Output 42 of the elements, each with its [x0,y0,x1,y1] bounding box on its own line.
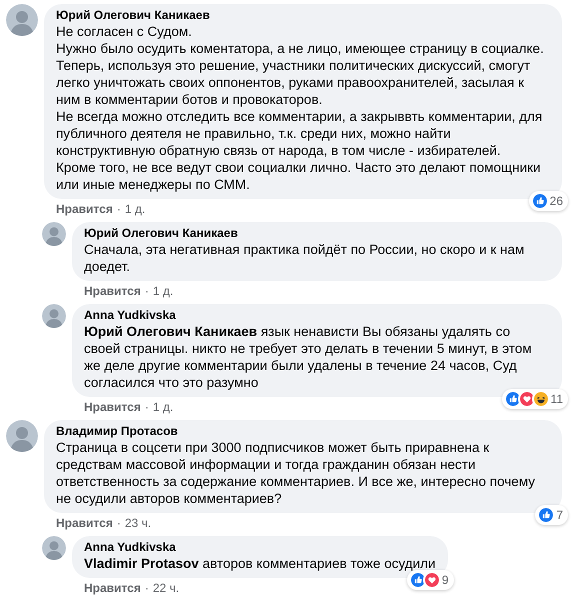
reactions-badge[interactable]: 11 [502,389,568,409]
comment-text: Юрий Олегович Каникаев язык ненависти Вы обязаны удалять со своей страницы. никто не требует это делать в течении 5 минут, в этом же деле другие комментарии были удалены в течение 24 часов, Суд согласился что это разумно [84,323,533,391]
comment-text: Не согласен с Судом. Нужно было осудить коментатора, а не лицо, имеющее страницу в социалке. Теперь, используя это решение, участники политических дискуссий, смогут легко уничтожать своих оппонентов, руками правоохранителей, засылая к ним в комментарии ботов и провокаторов. Не всегда можно отследить все комментарии, а закрыввть комментарии, для публичного деятеля не правильно, т.к. среди них, можно найти конструктивную обратную связь от народа, в том числе - избирателей. Кроме того, не все ведут свои социалки лично. Часто это делают помощники или иные менеджеры по СММ. [56,23,545,193]
timestamp[interactable]: 23 ч. [124,516,152,530]
timestamp[interactable]: 1 д. [152,400,174,414]
avatar[interactable] [6,420,38,452]
separator-dot: · [144,400,149,414]
like-link[interactable]: Нравится [56,202,113,216]
separator-dot: · [144,284,149,298]
avatar[interactable] [6,4,38,36]
timestamp[interactable]: 22 ч. [152,581,180,595]
thumbs-up-icon [537,506,556,524]
reactions-badge[interactable]: 9 [406,570,454,590]
author-name[interactable]: Anna Yudkivska [84,308,550,323]
avatar[interactable] [42,304,66,328]
separator-dot: · [144,581,149,595]
thumbs-up-icon [530,192,549,210]
comment-text: Сначала, эта негативная практика пойдёт по России, но скоро и к нам доедет. [84,241,526,275]
separator-dot: · [116,516,121,530]
avatar[interactable] [42,536,66,560]
reactions-badge[interactable]: 26 [528,191,568,211]
comment-text: Vladimir Protasov авторов комментариев тоже осудили [84,555,436,572]
like-link[interactable]: Нравится [84,581,141,595]
reactions-badge[interactable]: 7 [535,505,568,525]
reaction-count: 7 [556,507,563,524]
like-link[interactable]: Нравится [56,516,113,530]
timestamp[interactable]: 1 д. [124,202,146,216]
reaction-count: 11 [550,391,563,408]
like-link[interactable]: Нравится [84,284,141,298]
heart-icon [422,571,441,589]
timestamp[interactable]: 1 д. [152,284,174,298]
separator-dot: · [116,202,121,216]
comment-text: Страница в соцсети при 3000 подписчиков может быть приравнена к средствам массовой информации и тогда гражданин обязан нести ответственность за содержание комментариев. И все же, интересно почему не осудили авторов комментариев? [56,439,536,507]
author-name[interactable]: Юрий Олегович Каникаев [56,8,550,23]
laughing-face-icon [532,390,550,408]
avatar[interactable] [42,222,66,246]
author-name[interactable]: Владимир Протасов [56,424,550,439]
like-link[interactable]: Нравится [84,400,141,414]
author-name[interactable]: Anna Yudkivska [84,540,436,555]
author-name[interactable]: Юрий Олегович Каникаев [84,226,550,241]
reaction-count: 26 [550,193,563,210]
reaction-count: 9 [442,572,449,589]
